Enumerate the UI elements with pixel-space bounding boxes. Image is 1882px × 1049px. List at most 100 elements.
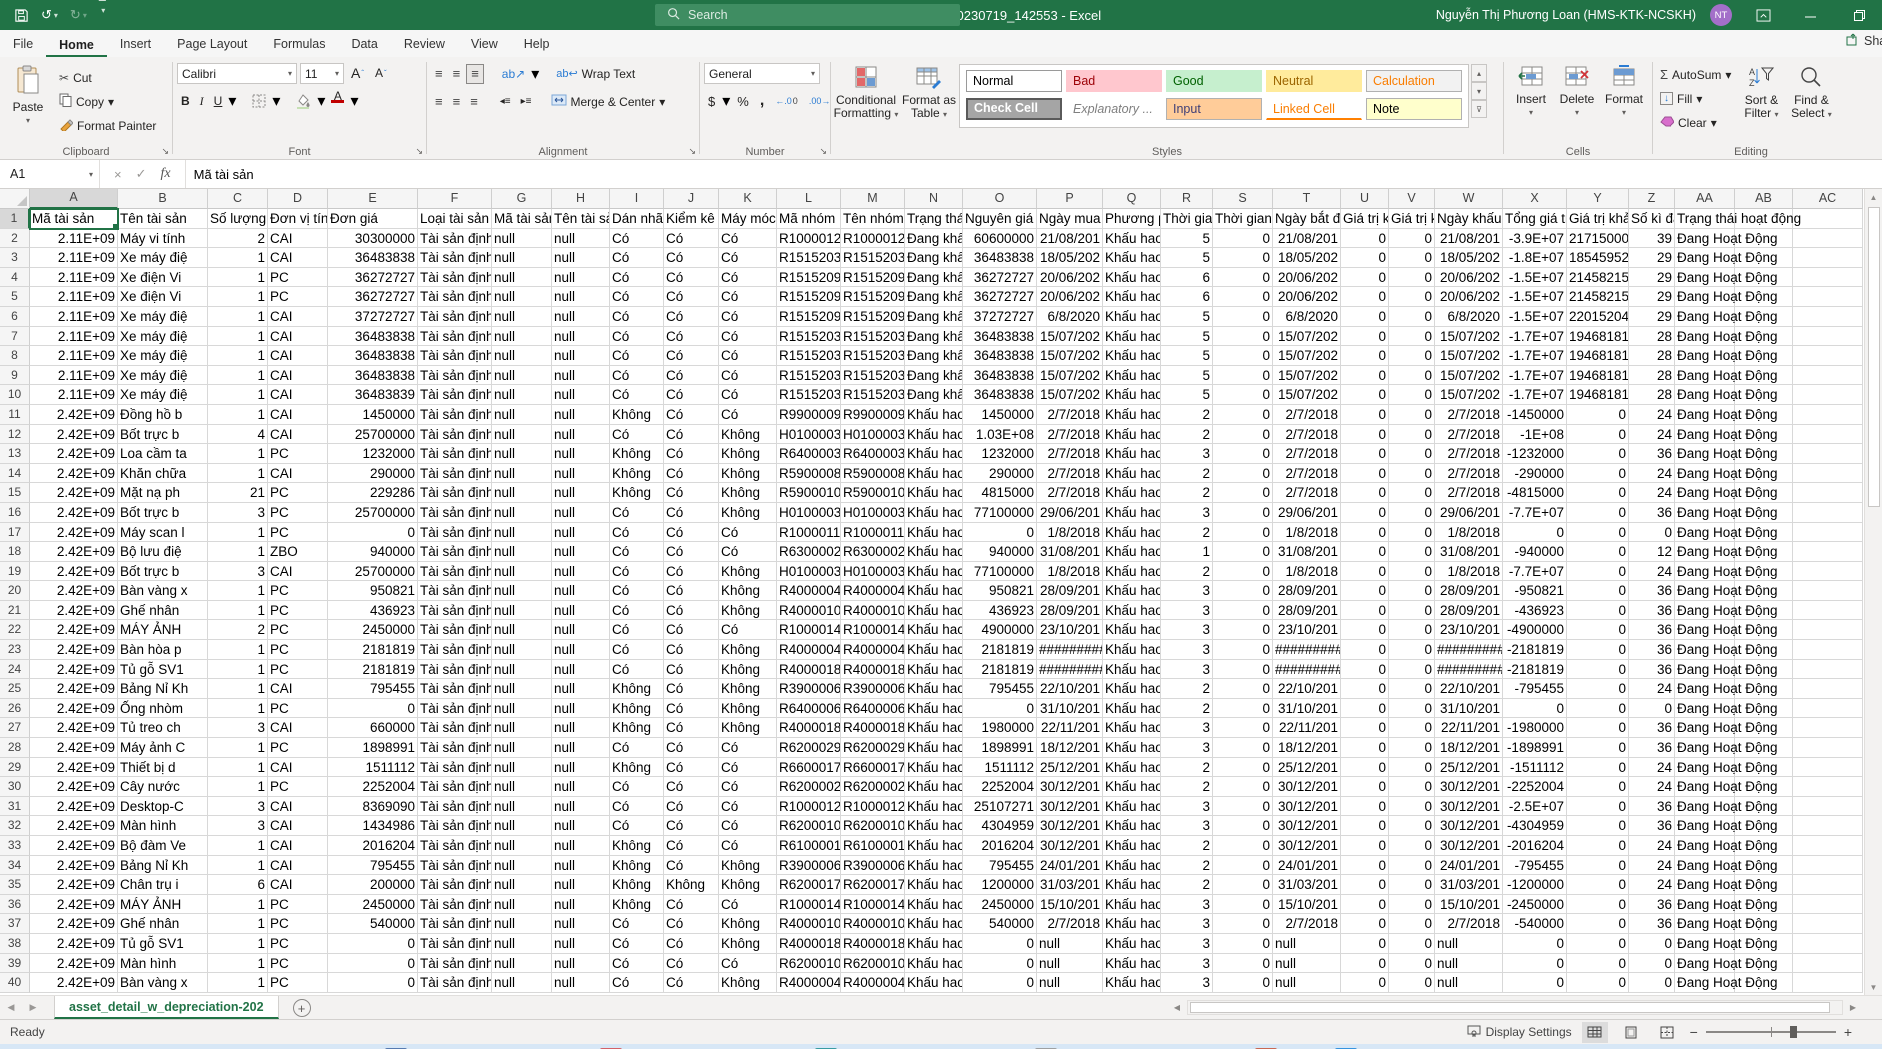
cell-V25[interactable]: 0 (1389, 679, 1435, 699)
cell-R19[interactable]: 2 (1161, 562, 1213, 582)
cell-H5[interactable]: null (552, 287, 610, 307)
row-header-40[interactable]: 40 (0, 973, 30, 993)
cell-I4[interactable]: Có (610, 268, 664, 288)
cell-S21[interactable]: 0 (1213, 601, 1273, 621)
cell-V33[interactable]: 0 (1389, 836, 1435, 856)
bold-button[interactable]: B (177, 91, 194, 111)
cell-A38[interactable]: 2.42E+09 (30, 934, 118, 954)
cell-U32[interactable]: 0 (1341, 816, 1389, 836)
cell-J6[interactable]: Có (664, 307, 719, 327)
cell-A33[interactable]: 2.42E+09 (30, 836, 118, 856)
format-painter-button[interactable]: Format Painter (56, 115, 159, 136)
cell-R10[interactable]: 5 (1161, 385, 1213, 405)
cell-G39[interactable]: null (492, 954, 552, 974)
cell-A18[interactable]: 2.42E+09 (30, 542, 118, 562)
cell-A23[interactable]: 2.42E+09 (30, 640, 118, 660)
cell-U39[interactable]: 0 (1341, 954, 1389, 974)
cell-A22[interactable]: 2.42E+09 (30, 620, 118, 640)
cell-V37[interactable]: 0 (1389, 914, 1435, 934)
cell-L29[interactable]: R6600017 (777, 758, 841, 778)
conditional-formatting-button[interactable]: Conditional Formatting ▾ (833, 59, 899, 121)
cell-R4[interactable]: 6 (1161, 268, 1213, 288)
cell-B3[interactable]: Xe máy điệ (118, 248, 208, 268)
cell-E36[interactable]: 2450000 (328, 895, 418, 915)
cell-Q7[interactable]: Khấu hao đư (1103, 327, 1161, 347)
cell-G17[interactable]: null (492, 523, 552, 543)
cell-D7[interactable]: CAI (268, 327, 328, 347)
cell-J3[interactable]: Có (664, 248, 719, 268)
cell-Q10[interactable]: Khấu hao đư (1103, 385, 1161, 405)
cell-E33[interactable]: 2016204 (328, 836, 418, 856)
row-header-2[interactable]: 2 (0, 229, 30, 249)
cell-N37[interactable]: Khấu hao (905, 914, 963, 934)
style-normal[interactable]: Normal (966, 70, 1062, 92)
cell-K3[interactable]: Có (719, 248, 777, 268)
cell-M2[interactable]: R1000012 (841, 229, 905, 249)
cell-P29[interactable]: 25/12/201 (1037, 758, 1103, 778)
cell-B2[interactable]: Máy vi tính (118, 229, 208, 249)
cell-G22[interactable]: null (492, 620, 552, 640)
cell-A21[interactable]: 2.42E+09 (30, 601, 118, 621)
cell-C21[interactable]: 1 (208, 601, 268, 621)
cell-P26[interactable]: 31/10/201 (1037, 699, 1103, 719)
fill-color-dropdown[interactable]: ▾ (317, 91, 325, 111)
cell-Z5[interactable]: 29 (1629, 287, 1675, 307)
cell-E39[interactable]: 0 (328, 954, 418, 974)
italic-button[interactable]: I (196, 91, 208, 111)
cell-J37[interactable]: Có (664, 914, 719, 934)
cell-T28[interactable]: 18/12/201 (1273, 738, 1341, 758)
font-dialog-launcher[interactable]: ↘ (415, 146, 423, 157)
cell-S5[interactable]: 0 (1213, 287, 1273, 307)
cell-X2[interactable]: -3.9E+07 (1503, 229, 1567, 249)
cell-X9[interactable]: -1.7E+07 (1503, 366, 1567, 386)
cell-Z39[interactable]: 0 (1629, 954, 1675, 974)
cell-I24[interactable]: Có (610, 660, 664, 680)
cell-M12[interactable]: H0100003 (841, 425, 905, 445)
cell-K36[interactable]: Có (719, 895, 777, 915)
cell-M20[interactable]: R4000004 (841, 581, 905, 601)
sheet-nav-right-icon[interactable]: ▶ (22, 996, 44, 1019)
style-bad[interactable]: Bad (1066, 70, 1162, 92)
column-header-L[interactable]: L (777, 189, 841, 209)
cell-P33[interactable]: 30/12/201 (1037, 836, 1103, 856)
cell-F7[interactable]: Tài sản định (418, 327, 492, 347)
cell-S14[interactable]: 0 (1213, 464, 1273, 484)
format-cells-button[interactable]: Format ▾ (1600, 59, 1648, 117)
cell-X30[interactable]: -2252004 (1503, 777, 1567, 797)
cell-V36[interactable]: 0 (1389, 895, 1435, 915)
cell-G13[interactable]: null (492, 444, 552, 464)
user-name[interactable]: Nguyễn Thị Phương Loan (HMS-KTK-NCSKH) (1436, 8, 1696, 22)
cell-AC38[interactable] (1793, 934, 1863, 954)
cell-T11[interactable]: 2/7/2018 (1273, 405, 1341, 425)
cell-S27[interactable]: 0 (1213, 718, 1273, 738)
cell-D34[interactable]: CAI (268, 856, 328, 876)
fill-color-icon[interactable] (292, 91, 315, 111)
cell-O35[interactable]: 1200000 (963, 875, 1037, 895)
new-sheet-button[interactable]: + (293, 999, 311, 1017)
cell-O28[interactable]: 1898991 (963, 738, 1037, 758)
cut-button[interactable]: ✂ Cut (56, 67, 159, 88)
cell-W38[interactable]: null (1435, 934, 1503, 954)
cell-E21[interactable]: 436923 (328, 601, 418, 621)
cell-H34[interactable]: null (552, 856, 610, 876)
cell-A15[interactable]: 2.42E+09 (30, 483, 118, 503)
cell-D37[interactable]: PC (268, 914, 328, 934)
cell-F28[interactable]: Tài sản định (418, 738, 492, 758)
cell-F22[interactable]: Tài sản định (418, 620, 492, 640)
cell-X7[interactable]: -1.7E+07 (1503, 327, 1567, 347)
cell-Y39[interactable]: 0 (1567, 954, 1629, 974)
cell-P14[interactable]: 2/7/2018 (1037, 464, 1103, 484)
cell-S28[interactable]: 0 (1213, 738, 1273, 758)
cell-M14[interactable]: R5900008 (841, 464, 905, 484)
cell-W31[interactable]: 30/12/201 (1435, 797, 1503, 817)
cell-AA3[interactable]: Đang Hoạt Động (1675, 248, 1735, 268)
cell-P24[interactable]: ######### (1037, 660, 1103, 680)
cell-N10[interactable]: Đang khấu hao (905, 385, 963, 405)
cell-T22[interactable]: 23/10/201 (1273, 620, 1341, 640)
cell-W27[interactable]: 22/11/201 (1435, 718, 1503, 738)
cell-R29[interactable]: 2 (1161, 758, 1213, 778)
cell-U7[interactable]: 0 (1341, 327, 1389, 347)
cell-P36[interactable]: 15/10/201 (1037, 895, 1103, 915)
cell-X34[interactable]: -795455 (1503, 856, 1567, 876)
cell-H23[interactable]: null (552, 640, 610, 660)
